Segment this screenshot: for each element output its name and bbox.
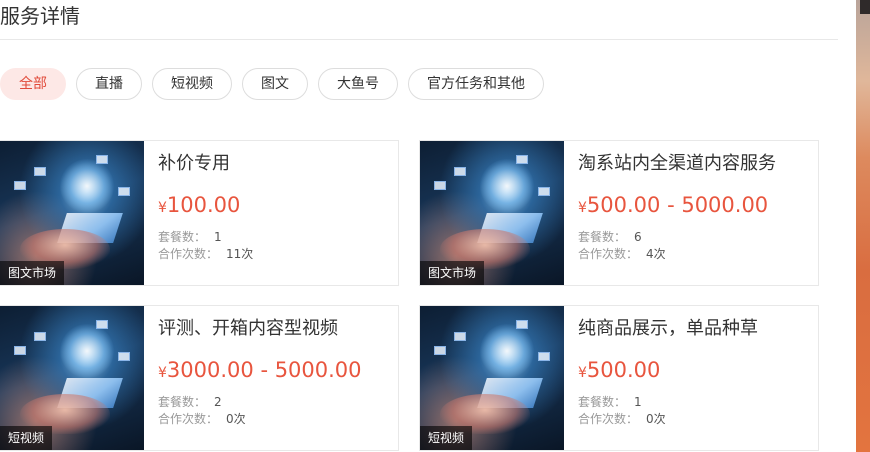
page-title: 服务详情: [0, 4, 80, 28]
service-price: ¥100.00: [158, 193, 241, 217]
service-thumbnail[interactable]: 短视频: [0, 306, 144, 450]
order-count: 合作次数： 11次: [158, 247, 254, 261]
category-badge: 图文市场: [0, 261, 65, 285]
filter-chip-live[interactable]: 直播: [76, 68, 142, 100]
order-count: 合作次数： 0次: [578, 412, 666, 426]
service-title[interactable]: 补价专用: [158, 151, 230, 177]
service-card[interactable]: 图文市场 补价专用 ¥100.00 套餐数： 1 合作次数： 11次: [0, 140, 399, 286]
order-count: 合作次数： 0次: [158, 412, 246, 426]
service-title[interactable]: 评测、开箱内容型视频: [158, 316, 338, 342]
title-divider: [0, 39, 838, 40]
service-thumbnail[interactable]: 图文市场: [420, 141, 564, 285]
service-thumbnail[interactable]: 短视频: [420, 306, 564, 450]
category-badge: 图文市场: [420, 261, 485, 285]
category-filter-bar: 全部 直播 短视频 图文 大鱼号 官方任务和其他: [0, 68, 544, 100]
service-card[interactable]: 短视频 评测、开箱内容型视频 ¥3000.00 - 5000.00 套餐数： 2 …: [0, 305, 399, 451]
filter-chip-dayu[interactable]: 大鱼号: [318, 68, 398, 100]
filter-chip-all[interactable]: 全部: [0, 68, 66, 100]
filter-chip-image-text[interactable]: 图文: [242, 68, 308, 100]
category-badge: 短视频: [0, 426, 53, 450]
service-price: ¥500.00 - 5000.00: [578, 193, 769, 217]
package-count: 套餐数： 6: [578, 230, 642, 244]
order-count: 合作次数： 4次: [578, 247, 666, 261]
service-card[interactable]: 图文市场 淘系站内全渠道内容服务 ¥500.00 - 5000.00 套餐数： 6…: [419, 140, 819, 286]
service-title[interactable]: 纯商品展示，单品种草: [578, 316, 758, 342]
service-thumbnail[interactable]: 图文市场: [0, 141, 144, 285]
service-price: ¥3000.00 - 5000.00: [158, 358, 362, 382]
package-count: 套餐数： 1: [578, 395, 642, 409]
service-card[interactable]: 短视频 纯商品展示，单品种草 ¥500.00 套餐数： 1 合作次数： 0次: [419, 305, 819, 451]
package-count: 套餐数： 1: [158, 230, 222, 244]
package-count: 套餐数： 2: [158, 395, 222, 409]
filter-chip-official-other[interactable]: 官方任务和其他: [408, 68, 544, 100]
background-edge: [856, 0, 870, 452]
service-title[interactable]: 淘系站内全渠道内容服务: [578, 151, 776, 177]
filter-chip-short-video[interactable]: 短视频: [152, 68, 232, 100]
service-price: ¥500.00: [578, 358, 661, 382]
category-badge: 短视频: [420, 426, 473, 450]
